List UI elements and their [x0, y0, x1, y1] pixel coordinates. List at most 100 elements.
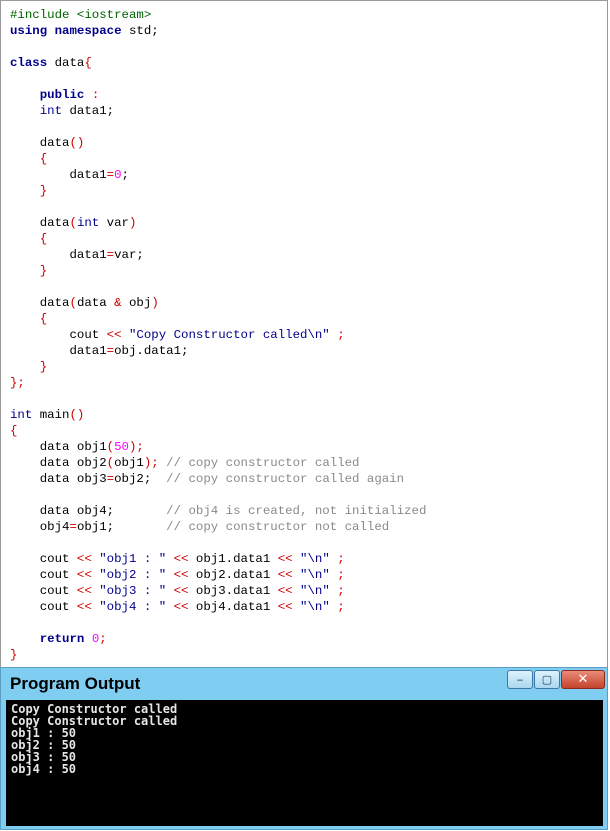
code-token: obj2;	[114, 472, 167, 486]
code-token: main	[32, 408, 70, 422]
code-token: data	[10, 136, 70, 150]
code-line: data obj1(50);	[10, 439, 426, 455]
code-token: obj1	[114, 456, 144, 470]
code-editor[interactable]: #include <iostream> using namespace std; c…	[0, 0, 608, 667]
code-token: <<	[76, 600, 92, 614]
code-token: ;	[121, 168, 129, 182]
code-token: <<	[76, 584, 92, 598]
code-token: };	[10, 376, 25, 390]
code-line: {	[10, 151, 426, 167]
maximize-icon: ▢	[541, 673, 553, 686]
code-line: cout << "obj2 : " << obj2.data1 << "\n" …	[10, 567, 426, 583]
code-token: {	[39, 152, 48, 166]
code-token: }	[39, 184, 48, 198]
code-line: public :	[10, 87, 426, 103]
code-token: :	[91, 88, 100, 102]
maximize-button[interactable]: ▢	[534, 670, 560, 689]
code-line: {	[10, 311, 426, 327]
code-token: data1	[10, 168, 107, 182]
console-line: obj4 : 50	[11, 762, 77, 776]
code-token: ;	[337, 328, 345, 342]
code-token: {	[84, 56, 92, 70]
code-line: data()	[10, 135, 426, 151]
code-token: cout	[10, 552, 77, 566]
code-token: =	[106, 344, 115, 358]
code-token: "\n"	[300, 552, 330, 566]
code-token: cout	[10, 328, 107, 342]
console-output: Copy Constructor called Copy Constructor …	[6, 700, 603, 826]
code-token: data1	[10, 248, 107, 262]
code-token: }	[39, 360, 48, 374]
code-line: obj4=obj1; // copy constructor not calle…	[10, 519, 426, 535]
code-line: return 0;	[10, 631, 426, 647]
code-token: <<	[277, 568, 293, 582]
code-token: obj2.data1	[188, 568, 278, 582]
code-token: (	[106, 456, 115, 470]
code-token: obj.data1;	[114, 344, 189, 358]
code-token: std;	[121, 24, 159, 38]
close-button[interactable]: ✕	[561, 670, 605, 689]
code-token: obj	[121, 296, 152, 310]
code-line: data obj3=obj2; // copy constructor call…	[10, 471, 426, 487]
window-title: Program Output	[10, 674, 141, 693]
code-line: data1=var;	[10, 247, 426, 263]
code-token: data	[10, 216, 70, 230]
code-token: // copy constructor called again	[166, 472, 405, 486]
code-token: using	[10, 24, 48, 38]
code-token: var	[99, 216, 129, 230]
code-line: int main()	[10, 407, 426, 423]
code-token: <<	[106, 328, 122, 342]
minimize-button[interactable]: ‒	[507, 670, 533, 689]
code-token: (	[106, 440, 115, 454]
minimize-icon: ‒	[516, 673, 524, 686]
code-token: "\n"	[300, 584, 330, 598]
code-token: )	[129, 216, 137, 230]
code-token: obj1;	[76, 520, 167, 534]
code-token: <<	[76, 568, 92, 582]
code-token: data	[47, 56, 85, 70]
code-token: data1	[10, 344, 107, 358]
code-token: =	[106, 248, 115, 262]
code-token: cout	[10, 568, 77, 582]
code-token: int	[10, 408, 33, 422]
code-token: var;	[114, 248, 144, 262]
code-token: =	[106, 472, 115, 486]
code-token: =	[106, 168, 115, 182]
code-line: };	[10, 375, 426, 391]
code-token: data obj4;	[10, 504, 167, 518]
code-token: cout	[10, 600, 77, 614]
code-token: 50	[114, 440, 129, 454]
code-token: ;	[99, 632, 107, 646]
code-token: "obj1 : "	[99, 552, 167, 566]
code-line: cout << "obj3 : " << obj3.data1 << "\n" …	[10, 583, 426, 599]
code-token: <<	[277, 584, 293, 598]
code-token: <<	[173, 584, 189, 598]
code-token: }	[10, 648, 18, 662]
code-line: class data{	[10, 55, 426, 71]
code-token: <<	[277, 600, 293, 614]
code-token: // obj4 is created, not initialized	[166, 504, 427, 518]
code-token: return	[39, 632, 85, 646]
code-token: "obj2 : "	[99, 568, 167, 582]
